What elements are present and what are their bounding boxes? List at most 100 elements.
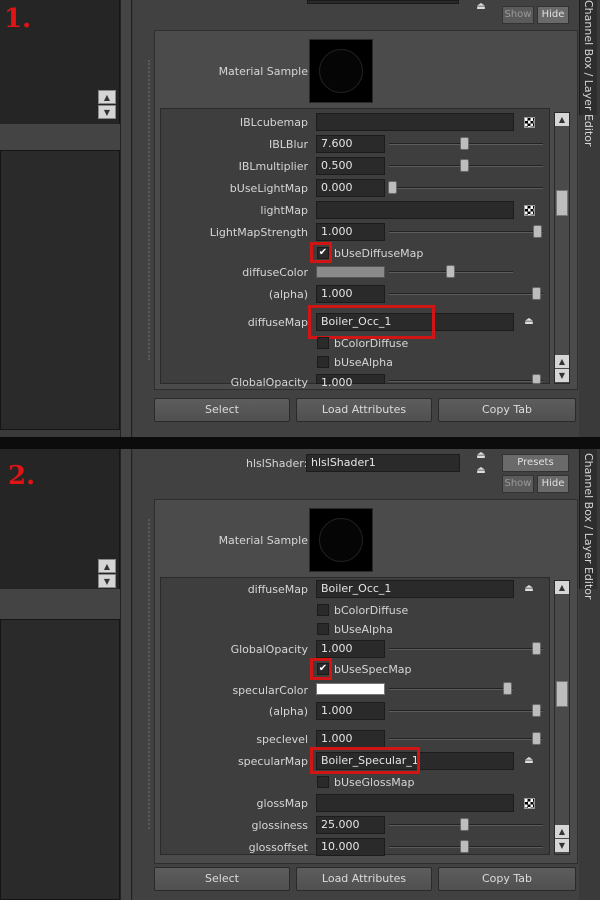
b-use-lightmap-slider-thumb[interactable]	[388, 181, 397, 194]
lightmap-strength-slider-track[interactable]	[389, 231, 543, 233]
alpha-slider-track[interactable]	[389, 293, 543, 295]
diffuse-map-field[interactable]: Boiler_Occ_1	[316, 580, 514, 598]
b-use-gloss-map-checkbox[interactable]	[317, 776, 329, 788]
b-color-diffuse-checkbox[interactable]	[317, 337, 329, 349]
specular-color-slider-thumb[interactable]	[503, 682, 512, 695]
ibl-blur-field[interactable]: 7.600	[316, 135, 385, 153]
panel-splitter[interactable]	[120, 449, 132, 900]
copy-tab-button[interactable]: Copy Tab	[438, 398, 576, 422]
scroll-down-button[interactable]: ▼	[555, 839, 569, 852]
glossoffset-label: glossoffset	[248, 841, 308, 854]
alpha-slider-thumb[interactable]	[532, 287, 541, 300]
diffuse-color-slider-thumb[interactable]	[446, 265, 455, 278]
step-number: 1.	[4, 4, 32, 34]
load-attributes-button[interactable]: Load Attributes	[296, 398, 432, 422]
spin-down-button[interactable]: ▼	[98, 574, 116, 588]
scroll-thumb[interactable]	[556, 190, 568, 216]
lightmap-strength-field[interactable]: 1.000	[316, 223, 385, 241]
ibl-cubemap-label: IBLcubemap	[239, 116, 308, 129]
alpha-slider-track[interactable]	[389, 710, 543, 712]
show-button[interactable]: Show	[502, 6, 534, 24]
scroll-down-button[interactable]: ▼	[555, 369, 569, 382]
specular-map-label: specularMap	[237, 755, 308, 768]
step-2-screenshot: ▲ ▼ 2. hlslShader: hlslShader1 ⏏ ⏏ Prese…	[0, 449, 600, 900]
material-sample-label: Material Sample	[218, 65, 308, 78]
shader-link-icon[interactable]: ⏏	[474, 0, 488, 14]
presets-button[interactable]: Presets	[502, 454, 569, 472]
copy-tab-button[interactable]: Copy Tab	[438, 867, 576, 891]
speclevel-slider-track[interactable]	[389, 738, 543, 740]
alpha-label: (alpha)	[268, 288, 308, 301]
map-link-icon[interactable]: ⏏	[522, 315, 536, 329]
ibl-multiplier-field[interactable]: 0.500	[316, 157, 385, 175]
checker-map-icon[interactable]	[524, 117, 535, 128]
global-opacity-slider-thumb[interactable]	[532, 642, 541, 655]
ibl-cubemap-field[interactable]	[316, 113, 514, 131]
viewport-panel-bottom	[0, 619, 120, 900]
checker-map-icon[interactable]	[524, 205, 535, 216]
spin-up-button[interactable]: ▲	[98, 559, 116, 573]
show-button[interactable]: Show	[502, 475, 534, 493]
global-opacity-slider-track[interactable]	[389, 380, 543, 382]
shader-name-field[interactable]: hlslShader1	[306, 454, 460, 472]
b-use-lightmap-field[interactable]: 0.000	[316, 179, 385, 197]
scroll-up-button[interactable]: ▲	[555, 355, 569, 368]
diffuse-color-swatch[interactable]	[316, 266, 385, 278]
specular-color-label: specularColor	[232, 684, 308, 697]
hide-button[interactable]: Hide	[537, 475, 569, 493]
speclevel-slider-thumb[interactable]	[532, 732, 541, 745]
ibl-multiplier-slider-thumb[interactable]	[460, 159, 469, 172]
scroll-up-button[interactable]: ▲	[555, 113, 569, 126]
global-opacity-field[interactable]: 1.000	[316, 374, 385, 389]
hide-button[interactable]: Hide	[537, 6, 569, 24]
speclevel-label: speclevel	[256, 733, 308, 746]
glossiness-field[interactable]: 25.000	[316, 816, 385, 834]
channel-box-tab-label: Channel Box / Layer Editor	[582, 0, 595, 147]
alpha-label: (alpha)	[268, 705, 308, 718]
glossoffset-slider-thumb[interactable]	[460, 840, 469, 853]
checker-map-icon[interactable]	[524, 798, 535, 809]
b-use-lightmap-slider-track[interactable]	[389, 187, 543, 189]
global-opacity-slider-track[interactable]	[389, 648, 543, 650]
lightmap-label: lightMap	[260, 204, 308, 217]
ibl-blur-slider-thumb[interactable]	[460, 137, 469, 150]
select-button[interactable]: Select	[154, 398, 290, 422]
b-use-alpha-checkbox[interactable]	[317, 623, 329, 635]
channel-box-tab[interactable]: Channel Box / Layer Editor	[579, 0, 597, 147]
map-link-icon[interactable]: ⏏	[522, 582, 536, 596]
global-opacity-slider-thumb[interactable]	[532, 374, 541, 384]
shader-link-icon[interactable]: ⏏	[474, 449, 488, 463]
lightmap-field[interactable]	[316, 201, 514, 219]
alpha-slider-thumb[interactable]	[532, 704, 541, 717]
map-link-icon[interactable]: ⏏	[522, 754, 536, 768]
panel-splitter[interactable]	[120, 0, 132, 437]
shader-name-field[interactable]	[307, 0, 459, 4]
global-opacity-field[interactable]: 1.000	[316, 640, 385, 658]
alpha-field[interactable]: 1.000	[316, 285, 385, 303]
shader-link-icon[interactable]: ⏏	[474, 464, 488, 478]
b-use-alpha-checkbox[interactable]	[317, 356, 329, 368]
speclevel-field[interactable]: 1.000	[316, 730, 385, 748]
viewport-divider	[0, 589, 120, 619]
scroll-up-button[interactable]: ▲	[555, 825, 569, 838]
scroll-thumb[interactable]	[556, 681, 568, 707]
b-use-spec-map-label: bUseSpecMap	[334, 663, 412, 676]
specular-color-slider-track[interactable]	[389, 688, 513, 690]
b-color-diffuse-checkbox[interactable]	[317, 604, 329, 616]
alpha-field[interactable]: 1.000	[316, 702, 385, 720]
scroll-up-button[interactable]: ▲	[555, 581, 569, 594]
vertical-scrollbar[interactable]	[554, 580, 570, 855]
spin-down-button[interactable]: ▼	[98, 105, 116, 119]
load-attributes-button[interactable]: Load Attributes	[296, 867, 432, 891]
spin-up-button[interactable]: ▲	[98, 90, 116, 104]
channel-box-tab[interactable]: Channel Box / Layer Editor	[579, 449, 597, 600]
specular-color-swatch[interactable]	[316, 683, 385, 695]
lightmap-strength-slider-thumb[interactable]	[533, 225, 542, 238]
select-button[interactable]: Select	[154, 867, 290, 891]
gloss-map-field[interactable]	[316, 794, 514, 812]
frame-grip[interactable]	[148, 519, 152, 829]
vertical-scrollbar[interactable]	[554, 112, 570, 384]
glossiness-slider-thumb[interactable]	[460, 818, 469, 831]
glossoffset-field[interactable]: 10.000	[316, 838, 385, 856]
frame-grip[interactable]	[148, 60, 152, 360]
